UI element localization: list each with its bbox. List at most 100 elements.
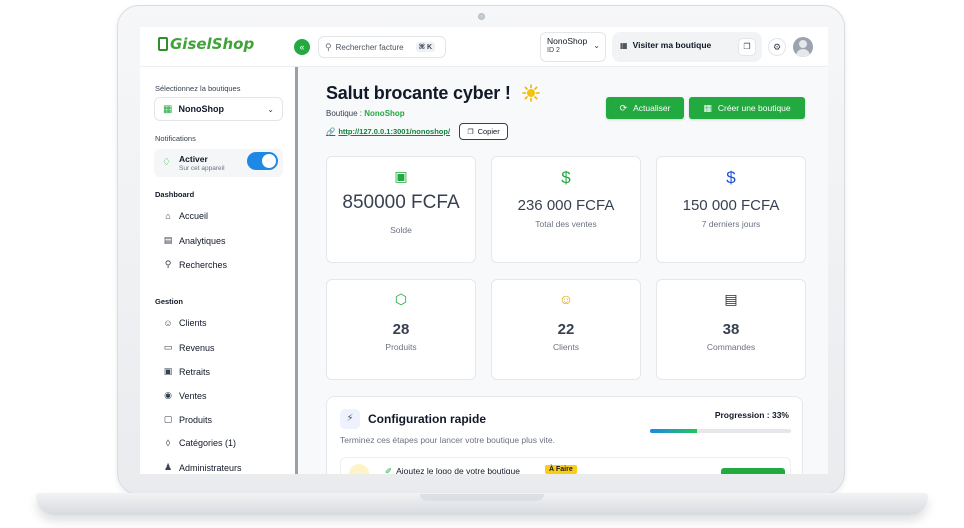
visit-shop-label: Visiter ma boutique bbox=[632, 40, 712, 50]
shop-url-link[interactable]: 🔗 http://127.0.0.1:3001/nonoshop/ bbox=[326, 127, 450, 136]
brand-logo-text: GiselShop bbox=[170, 35, 255, 53]
visit-shop-group: ▦ Visiter ma boutique ❐ bbox=[612, 32, 762, 62]
admin-icon: ♟ bbox=[163, 462, 173, 472]
dollar-icon: $ bbox=[561, 168, 571, 187]
sidebar-item-recherches[interactable]: ⚲ Recherches bbox=[162, 259, 227, 270]
link-icon: 🔗 bbox=[326, 127, 336, 136]
step-action-button[interactable] bbox=[721, 468, 785, 474]
notif-title: Activer bbox=[179, 154, 208, 164]
shop-dropdown-value: NonoShop bbox=[178, 104, 224, 114]
stat-value: 22 bbox=[557, 321, 575, 338]
shop-dropdown[interactable]: ▦ NonoShop ⌄ bbox=[154, 97, 283, 121]
store-icon: ▦ bbox=[163, 103, 173, 115]
sidebar-item-label: Catégories (1) bbox=[179, 438, 237, 448]
copy-icon: ❐ bbox=[467, 128, 474, 136]
collapse-sidebar-button[interactable]: « bbox=[294, 39, 310, 55]
box-icon: ▢ bbox=[163, 414, 173, 424]
search-input[interactable] bbox=[335, 42, 416, 52]
cart-logo-icon bbox=[158, 37, 168, 51]
stat-card-produits: ⬡ 28 Produits bbox=[326, 279, 476, 380]
store-icon: ▦ bbox=[703, 102, 712, 113]
category-icon: ◊ bbox=[165, 438, 171, 448]
sidebar-item-analytiques[interactable]: ▤ Analytiques bbox=[162, 235, 226, 246]
laptop-notch bbox=[420, 494, 544, 501]
boutique-line: Boutique : NonoShop bbox=[326, 109, 405, 118]
sidebar-item-administrateurs[interactable]: ♟ Administrateurs bbox=[162, 462, 242, 473]
boutique-prefix: Boutique : bbox=[326, 109, 365, 118]
shop-select-label: Sélectionnez la boutiques bbox=[155, 84, 241, 93]
sidebar-item-label: Analytiques bbox=[179, 235, 226, 246]
refresh-icon: ⟳ bbox=[619, 102, 628, 113]
bolt-icon: ⚡ bbox=[340, 409, 360, 429]
sidebar-item-revenus[interactable]: ▭ Revenus bbox=[162, 342, 215, 353]
step-status-icon bbox=[349, 464, 369, 474]
box-icon: ⬡ bbox=[394, 291, 408, 307]
gear-icon: ⚙ bbox=[772, 42, 782, 52]
stat-card-commandes: ▤ 38 Commandes bbox=[656, 279, 806, 380]
progress-label: Progression : 33% bbox=[714, 410, 789, 420]
store-icon: ▦ bbox=[620, 40, 628, 50]
dashboard-heading: Dashboard bbox=[155, 190, 195, 199]
page-title: Salut brocante cyber ! bbox=[326, 83, 511, 103]
copy-url-button[interactable]: ❐ Copier bbox=[459, 123, 508, 140]
copy-link-button[interactable]: ❐ bbox=[738, 38, 756, 56]
stat-label: Total des ventes bbox=[535, 219, 597, 229]
notification-toggle[interactable] bbox=[247, 152, 278, 170]
notification-toggle-row: ♢ Activer Sur cet appareil bbox=[154, 149, 283, 177]
progress-bar bbox=[650, 429, 791, 433]
sidebar-item-label: Administrateurs bbox=[179, 462, 242, 473]
main-content: Salut brocante cyber ! Boutique : NonoSh… bbox=[298, 67, 828, 474]
stat-label: Solde bbox=[390, 225, 412, 235]
notif-subtitle: Sur cet appareil bbox=[179, 165, 225, 172]
home-icon: ⌂ bbox=[165, 211, 171, 221]
quick-setup-title: Configuration rapide bbox=[368, 412, 486, 426]
bell-icon: ♢ bbox=[162, 157, 171, 168]
search-box[interactable]: ⚲ ⌘ K bbox=[318, 36, 446, 58]
shop-url-text: http://127.0.0.1:3001/nonoshop/ bbox=[338, 127, 451, 136]
chevron-down-icon: ⌄ bbox=[593, 41, 600, 50]
users-icon: ☺ bbox=[558, 291, 574, 307]
user-avatar[interactable] bbox=[793, 37, 813, 57]
chart-icon: ▤ bbox=[163, 235, 173, 245]
search-icon: ⚲ bbox=[325, 41, 332, 52]
stat-label: Clients bbox=[553, 342, 579, 352]
sidebar-item-label: Retraits bbox=[179, 366, 211, 377]
camera-icon bbox=[478, 13, 485, 20]
step-status-badge: À Faire bbox=[545, 465, 577, 474]
chevron-down-icon: ⌄ bbox=[267, 104, 274, 114]
progress-fill bbox=[650, 429, 697, 433]
sidebar-item-label: Recherches bbox=[179, 259, 228, 270]
sidebar-item-label: Clients bbox=[179, 318, 207, 328]
sun-icon bbox=[522, 84, 540, 102]
sidebar-item-label: Produits bbox=[179, 414, 213, 425]
create-shop-label: Créer une boutique bbox=[717, 103, 791, 113]
setup-step-logo[interactable]: ✐ Ajoutez le logo de votre boutique À Fai… bbox=[340, 457, 791, 474]
sidebar-item-retraits[interactable]: ▣ Retraits bbox=[162, 366, 210, 377]
app-screen: GiselShop « ⚲ ⌘ K NonoShop ID 2 ⌄ ▦ Visi… bbox=[140, 27, 828, 474]
settings-button[interactable]: ⚙ bbox=[768, 38, 786, 56]
search-icon: ⚲ bbox=[164, 259, 172, 269]
brand-logo[interactable]: GiselShop bbox=[158, 35, 254, 53]
stat-value: 236 000 FCFA bbox=[517, 197, 615, 214]
stat-card-solde: ▣ 850000 FCFA Solde bbox=[326, 156, 476, 263]
refresh-button[interactable]: ⟳ Actualiser bbox=[606, 97, 684, 119]
visit-shop-button[interactable]: ▦ Visiter ma boutique bbox=[620, 40, 711, 50]
stat-label: Commandes bbox=[706, 342, 756, 352]
sidebar-item-ventes[interactable]: ◉ Ventes bbox=[162, 390, 206, 401]
sidebar-item-accueil[interactable]: ⌂ Accueil bbox=[162, 211, 208, 221]
sidebar-item-clients[interactable]: ☺ Clients bbox=[162, 318, 207, 328]
stat-label: 7 derniers jours bbox=[701, 219, 761, 229]
top-bar: GiselShop « ⚲ ⌘ K NonoShop ID 2 ⌄ ▦ Visi… bbox=[140, 27, 828, 67]
sidebar-item-categories[interactable]: ◊ Catégories (1) bbox=[162, 438, 236, 448]
stat-card-total-ventes: $ 236 000 FCFA Total des ventes bbox=[491, 156, 641, 263]
sidebar-item-produits[interactable]: ▢ Produits bbox=[162, 414, 212, 425]
search-shortcut: ⌘ K bbox=[415, 42, 436, 52]
stat-card-7-jours: $ 150 000 FCFA 7 derniers jours bbox=[656, 156, 806, 263]
stat-label: Produits bbox=[385, 342, 417, 352]
stat-value: 38 bbox=[722, 321, 740, 338]
create-shop-button[interactable]: ▦ Créer une boutique bbox=[689, 97, 805, 119]
refresh-label: Actualiser bbox=[633, 103, 671, 113]
shop-switcher[interactable]: NonoShop ID 2 ⌄ bbox=[540, 32, 606, 62]
stat-value: 850000 FCFA bbox=[342, 192, 460, 213]
receipt-icon: ▤ bbox=[724, 291, 738, 307]
